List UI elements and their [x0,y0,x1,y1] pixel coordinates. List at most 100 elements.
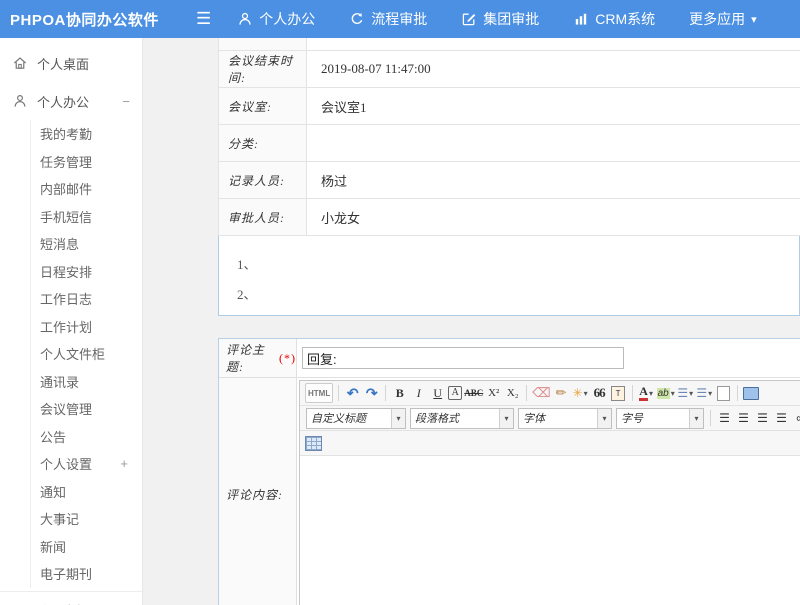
comment-form: 评论主题: (*) 评论内容: HTML [218,338,800,605]
sidebar-item-internal-mail[interactable]: 内部邮件 [31,175,142,203]
fullscreen-icon[interactable] [743,384,760,402]
sidebar-item-e-journal[interactable]: 电子期刊 [31,560,142,588]
autoformat-icon[interactable]: ✳▾ [572,384,589,402]
bold-icon[interactable]: B [391,384,408,402]
paste-icon[interactable]: T [610,384,627,402]
edit-icon [461,11,477,27]
editor-content-area[interactable] [300,456,800,605]
chevron-down-icon: ▾ [689,409,703,428]
sidebar-item-short-message[interactable]: 短消息 [31,230,142,258]
sidebar-item-events[interactable]: 大事记 [31,505,142,533]
eraser-icon[interactable]: ⌫ [532,384,550,402]
nav-more-apps[interactable]: 更多应用 ▾ [689,9,757,29]
sidebar-item-personal-settings[interactable]: 个人设置+ [31,450,142,478]
sidebar-item-task-management[interactable]: 任务管理 [31,148,142,176]
sidebar-item-work-log[interactable]: 工作日志 [31,285,142,313]
top-header: PHPOA协同办公软件 ☰ 个人办公 流程审批 集团审批 CRM系统 更多应用 … [0,0,800,38]
sidebar-item-contacts[interactable]: 通讯录 [31,368,142,396]
field-value: 2019-08-07 11:47:00 [307,51,800,87]
nav-workflow-approval[interactable]: 流程审批 [349,9,427,29]
collapse-icon[interactable]: − [122,94,130,109]
sidebar-subgroup: 我的考勤 任务管理 内部邮件 手机短信 短消息 日程安排 工作日志 工作计划 个… [30,120,142,588]
editor-toolbar-row1: HTML ↶ ↷ B I U A ABC X² X₂ [300,381,800,406]
justify-icon[interactable]: ☰ [773,409,790,427]
bar-chart-icon [573,11,589,27]
strikethrough-icon[interactable]: ABC [464,384,483,402]
format-brush-icon[interactable]: ✏ [553,384,570,402]
highlight-icon[interactable]: ab▾ [657,384,675,402]
minutes-line: 2、 [237,284,799,303]
sidebar-item-personal-files[interactable]: 个人文件柜 [31,340,142,368]
top-nav: 个人办公 流程审批 集团审批 CRM系统 更多应用 ▾ [237,9,756,29]
font-size-select[interactable]: 字号▾ [616,408,704,429]
undo-icon[interactable]: ↶ [344,384,361,402]
italic-icon[interactable]: I [410,384,427,402]
unordered-list-icon[interactable]: ☰▾ [696,384,713,402]
font-color-icon[interactable]: A▾ [638,384,655,402]
row-meeting-end-time: 会议结束时间: 2019-08-07 11:47:00 [219,51,800,88]
sidebar-item-mobile-sms[interactable]: 手机短信 [31,203,142,231]
chevron-down-icon: ▾ [751,13,757,26]
align-center-icon[interactable]: ☰ [735,409,752,427]
sidebar-item-news[interactable]: 新闻 [31,533,142,561]
heading-select[interactable]: 自定义标题▾ [306,408,406,429]
sidebar-item-workflow-approval[interactable]: 流程审批 + [0,592,142,605]
sidebar: 个人桌面 个人办公 − 我的考勤 任务管理 内部邮件 手机短信 短消息 日程安排… [0,38,143,605]
meeting-minutes-box: 1、 2、 [218,236,800,316]
nav-personal-office[interactable]: 个人办公 [237,9,315,29]
link-icon[interactable]: ∞ [792,409,800,427]
subscript-icon[interactable]: X₂ [504,384,521,402]
main-content: 会议结束时间: 2019-08-07 11:47:00 会议室: 会议室1 分类… [143,38,800,605]
menu-toggle-icon[interactable]: ☰ [196,9,211,29]
superscript-icon[interactable]: X² [485,384,502,402]
nav-crm[interactable]: CRM系统 [573,9,655,29]
home-icon [12,55,28,71]
insert-table-icon[interactable] [305,434,322,452]
user-icon [12,93,28,109]
chevron-down-icon: ▾ [584,389,588,398]
sidebar-item-meeting-management[interactable]: 会议管理 [31,395,142,423]
chevron-down-icon: ▾ [689,389,693,398]
font-family-select[interactable]: 字体▾ [518,408,612,429]
html-source-button[interactable]: HTML [305,383,333,403]
comment-content-label: 评论内容: [226,486,283,503]
sidebar-item-announcements[interactable]: 公告 [31,423,142,451]
new-page-icon[interactable] [715,384,732,402]
ordered-list-icon[interactable]: ☰▾ [677,384,694,402]
app-logo: PHPOA协同办公软件 [0,9,196,30]
align-left-icon[interactable]: ☰ [716,409,733,427]
field-value [307,125,800,161]
field-label: 审批人员: [219,199,307,235]
table-row [219,38,800,51]
sidebar-item-personal-office[interactable]: 个人办公 − [0,82,142,120]
sidebar-item-notifications[interactable]: 通知 [31,478,142,506]
chevron-down-icon: ▾ [391,409,405,428]
field-value: 杨过 [307,162,800,198]
field-label: 记录人员: [219,162,307,198]
chevron-down-icon: ▾ [671,389,675,398]
minutes-line: 1、 [237,254,799,273]
redo-icon[interactable]: ↷ [363,384,380,402]
expand-icon[interactable]: + [120,456,128,471]
field-label: 分类: [219,125,307,161]
sidebar-item-personal-desktop[interactable]: 个人桌面 [0,44,142,82]
underline-icon[interactable]: U [429,384,446,402]
blockquote-icon[interactable]: 66 [591,384,608,402]
chevron-down-icon: ▾ [708,389,712,398]
sidebar-item-schedule[interactable]: 日程安排 [31,258,142,286]
row-category: 分类: [219,125,800,162]
nav-group-approval[interactable]: 集团审批 [461,9,539,29]
row-meeting-room: 会议室: 会议室1 [219,88,800,125]
sidebar-item-work-plan[interactable]: 工作计划 [31,313,142,341]
sidebar-item-my-attendance[interactable]: 我的考勤 [31,120,142,148]
comment-subject-label: 评论主题: [226,341,275,375]
paragraph-format-select[interactable]: 段落格式▾ [410,408,514,429]
editor-toolbar-row3 [300,431,800,456]
font-style-icon[interactable]: A [448,386,462,400]
field-label: 会议室: [219,88,307,124]
row-approver: 审批人员: 小龙女 [219,199,800,236]
comment-subject-input[interactable] [302,347,624,369]
align-right-icon[interactable]: ☰ [754,409,771,427]
rich-text-editor: HTML ↶ ↷ B I U A ABC X² X₂ [299,380,800,605]
cycle-icon [349,11,365,27]
